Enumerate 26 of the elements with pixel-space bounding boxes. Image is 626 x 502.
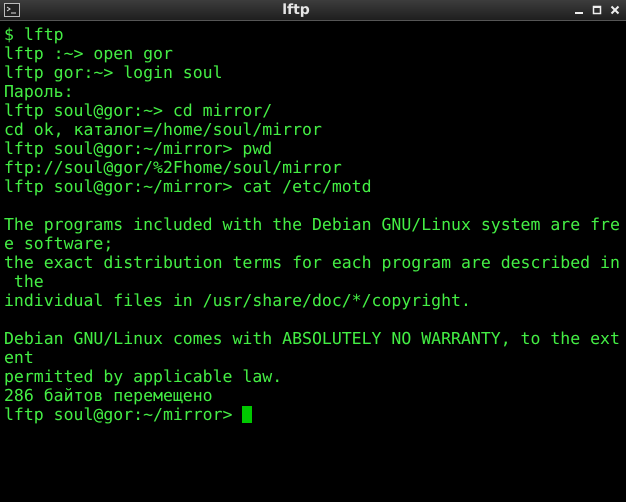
minimize-icon	[575, 12, 583, 14]
terminal-line: The programs included with the Debian GNU/Linux system are fre	[4, 215, 620, 234]
close-button[interactable]	[608, 3, 622, 17]
terminal-line: the exact distribution terms for each program are described in	[4, 253, 620, 272]
terminal-line: lftp :~> open gor	[4, 44, 173, 63]
terminal-line: lftp soul@gor:~/mirror> cat /etc/motd	[4, 177, 372, 196]
terminal-line: $ lftp	[4, 25, 64, 44]
maximize-icon	[592, 5, 602, 15]
window-title: lftp	[281, 2, 311, 18]
terminal-line: individual files in /usr/share/doc/*/copyright.	[4, 291, 471, 310]
terminal-line: e software;	[4, 234, 114, 253]
terminal-icon	[4, 3, 20, 17]
shell-prompt: lftp soul@gor:~/mirror>	[4, 405, 234, 424]
terminal-line: the	[12, 272, 44, 291]
terminal-line: lftp gor:~> login soul	[4, 63, 223, 82]
terminal-line: ent	[4, 348, 34, 367]
terminal-line: Пароль:	[4, 82, 74, 101]
close-icon	[610, 5, 620, 15]
terminal-line: ftp://soul@gor/%2Fhome/soul/mirror	[4, 158, 342, 177]
terminal-line: permitted by applicable law.	[4, 367, 282, 386]
terminal-line: Debian GNU/Linux comes with ABSOLUTELY NO WARRANTY, to the ext	[4, 329, 620, 348]
terminal-line: lftp soul@gor:~> cd mirror/	[4, 101, 272, 120]
terminal-line: lftp soul@gor:~/mirror> pwd	[4, 139, 272, 158]
terminal-line: cd ok, каталог=/home/soul/mirror	[4, 120, 322, 139]
terminal-line: 286 байтов перемещено	[4, 386, 213, 405]
maximize-button[interactable]	[590, 3, 604, 17]
